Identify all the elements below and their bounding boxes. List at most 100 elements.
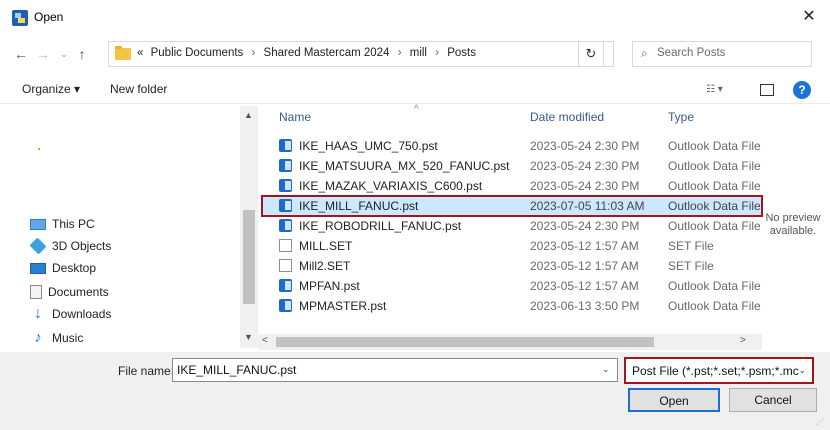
file-row[interactable]: IKE_MATSUURA_MX_520_FANUC.pst 2023-05-24… (262, 156, 762, 176)
breadcrumb-overflow[interactable]: « (137, 47, 143, 59)
address-bar[interactable]: « Public Documents › Shared Mastercam 20… (108, 41, 690, 67)
file-name-input[interactable] (172, 358, 618, 382)
forward-arrow-icon[interactable]: → (34, 44, 52, 64)
open-file-dialog: Open ✕ ← → ⌄ ↑ « Public Documents › Shar… (0, 0, 830, 430)
file-type: Outlook Data File (668, 299, 761, 313)
blank-file-icon (279, 239, 292, 252)
up-arrow-icon[interactable]: ↑ (73, 44, 91, 64)
file-name: MPFAN.pst (299, 279, 360, 293)
file-date: 2023-05-12 1:57 AM (530, 259, 639, 273)
refresh-icon[interactable]: ↻ (578, 41, 604, 67)
help-icon[interactable]: ? (793, 81, 811, 99)
sidebar-item-documents[interactable]: Documents (30, 282, 109, 302)
outlook-data-file-icon (279, 139, 292, 152)
preview-message-line: available. (769, 225, 817, 237)
outlook-data-file-icon (279, 179, 292, 192)
sidebar-item-label: This PC (52, 217, 95, 231)
sidebar-item-downloads[interactable]: ↓ Downloads (30, 304, 111, 324)
sidebar-item-label: 3D Objects (52, 239, 112, 253)
back-arrow-icon[interactable]: ← (12, 44, 30, 64)
file-type-filter-select[interactable]: Post File (*.pst;*.set;*.psm;*.mc ⌄ (624, 357, 814, 384)
file-name: IKE_MAZAK_VARIAXIS_C600.pst (299, 179, 483, 193)
file-type: SET File (668, 239, 714, 253)
file-name: IKE_MATSUURA_MX_520_FANUC.pst (299, 159, 510, 173)
preview-pane-icon[interactable] (760, 84, 774, 96)
breadcrumb-item[interactable]: Posts (447, 47, 476, 59)
file-date: 2023-05-24 2:30 PM (530, 139, 640, 153)
preview-pane: No preview available. (758, 212, 828, 238)
file-row[interactable]: IKE_MAZAK_VARIAXIS_C600.pst 2023-05-24 2… (262, 176, 762, 196)
outlook-data-file-icon (279, 219, 292, 232)
file-row[interactable]: IKE_HAAS_UMC_750.pst 2023-05-24 2:30 PM … (262, 136, 762, 156)
file-date: 2023-05-24 2:30 PM (530, 159, 640, 173)
outlook-data-file-icon (279, 299, 292, 312)
file-type: Outlook Data File (668, 139, 761, 153)
filter-dropdown-chevron-icon[interactable]: ⌄ (798, 365, 806, 376)
scroll-up-icon[interactable]: ▲ (244, 110, 253, 120)
music-note-icon: ♪ (34, 329, 42, 346)
navigation-scrollbar[interactable]: ▲ ▼ (240, 106, 258, 348)
sidebar-item-this-pc[interactable]: This PC (30, 214, 95, 234)
organize-button[interactable]: Organize ▾ (22, 82, 80, 96)
file-date: 2023-05-24 2:30 PM (530, 219, 640, 233)
sidebar-item-3d-objects[interactable]: 3D Objects (29, 236, 112, 256)
resize-grip-icon[interactable]: ⋰ (816, 417, 824, 426)
column-header-name[interactable]: Name ^ (279, 104, 419, 124)
close-icon[interactable]: ✕ (798, 6, 820, 28)
breadcrumb-separator[interactable]: › (252, 47, 256, 59)
computer-icon (30, 218, 46, 230)
file-type: SET File (668, 259, 714, 273)
file-type: Outlook Data File (668, 179, 761, 193)
file-date: 2023-05-12 1:57 AM (530, 279, 639, 293)
outlook-data-file-icon (279, 279, 292, 292)
scroll-right-icon[interactable]: > (740, 335, 746, 346)
search-input[interactable]: ⌕ Search Posts (632, 41, 812, 67)
breadcrumb-item[interactable]: mill (410, 47, 427, 59)
new-folder-button[interactable]: New folder (110, 82, 167, 96)
sidebar-item-label: Desktop (52, 261, 97, 275)
folder-icon (115, 46, 131, 60)
file-name: MILL.SET (299, 239, 353, 253)
scroll-left-icon[interactable]: < (262, 335, 268, 346)
open-button[interactable]: Open (628, 388, 720, 412)
blank-file-icon (279, 259, 292, 272)
search-icon: ⌕ (641, 46, 648, 60)
column-header-type[interactable]: Type (668, 110, 694, 124)
scroll-down-icon[interactable]: ▼ (244, 332, 253, 342)
recent-locations-chevron-icon[interactable]: ⌄ (55, 44, 73, 64)
file-row-selected[interactable]: IKE_MILL_FANUC.pst 2023-07-05 11:03 AM O… (261, 195, 763, 217)
file-type: Outlook Data File (668, 219, 761, 233)
breadcrumb-item[interactable]: Shared Mastercam 2024 (264, 47, 390, 59)
sidebar-item-desktop[interactable]: Desktop (30, 258, 96, 278)
sidebar-item-label: Documents (48, 285, 109, 299)
outlook-data-file-icon (279, 159, 292, 172)
command-bar: Organize ▾ New folder ☷ ▾ ? (0, 78, 830, 104)
sidebar-item-label: Music (52, 331, 84, 345)
search-placeholder: Search Posts (657, 47, 726, 59)
file-row[interactable]: MPMASTER.pst 2023-06-13 3:50 PM Outlook … (262, 296, 762, 316)
breadcrumb-separator[interactable]: › (398, 47, 402, 59)
breadcrumb-item[interactable]: Public Documents (151, 47, 244, 59)
file-name-dropdown-chevron-icon[interactable]: ⌄ (602, 364, 610, 375)
sidebar-item-music[interactable]: ♪ Music (30, 328, 83, 348)
column-header-date-modified[interactable]: Date modified (530, 110, 604, 124)
file-row[interactable]: MPFAN.pst 2023-05-12 1:57 AM Outlook Dat… (262, 276, 762, 296)
scrollbar-thumb[interactable] (276, 337, 654, 347)
outlook-data-file-icon (279, 199, 292, 212)
scrollbar-thumb[interactable] (243, 210, 255, 304)
dialog-footer: File name: ⌄ Post File (*.pst;*.set;*.ps… (0, 352, 830, 430)
file-name-label: File name: (118, 364, 175, 378)
file-date: 2023-06-13 3:50 PM (530, 299, 640, 313)
window-title: Open (34, 10, 64, 24)
file-row[interactable]: MILL.SET 2023-05-12 1:57 AM SET File (262, 236, 762, 256)
file-list-horizontal-scrollbar[interactable]: < > (258, 334, 762, 350)
file-date: 2023-05-12 1:57 AM (530, 239, 639, 253)
cancel-button[interactable]: Cancel (729, 388, 817, 412)
breadcrumb-separator[interactable]: › (435, 47, 439, 59)
file-row[interactable]: IKE_ROBODRILL_FANUC.pst 2023-05-24 2:30 … (262, 216, 762, 236)
file-name: IKE_HAAS_UMC_750.pst (299, 139, 438, 153)
file-list: Name ^ Date modified Type IKE_HAAS_UMC_7… (261, 104, 763, 336)
file-row[interactable]: Mill2.SET 2023-05-12 1:57 AM SET File (262, 256, 762, 276)
preview-message-line: No preview (765, 212, 821, 224)
change-view-icon[interactable]: ☷ ▾ (706, 84, 734, 98)
